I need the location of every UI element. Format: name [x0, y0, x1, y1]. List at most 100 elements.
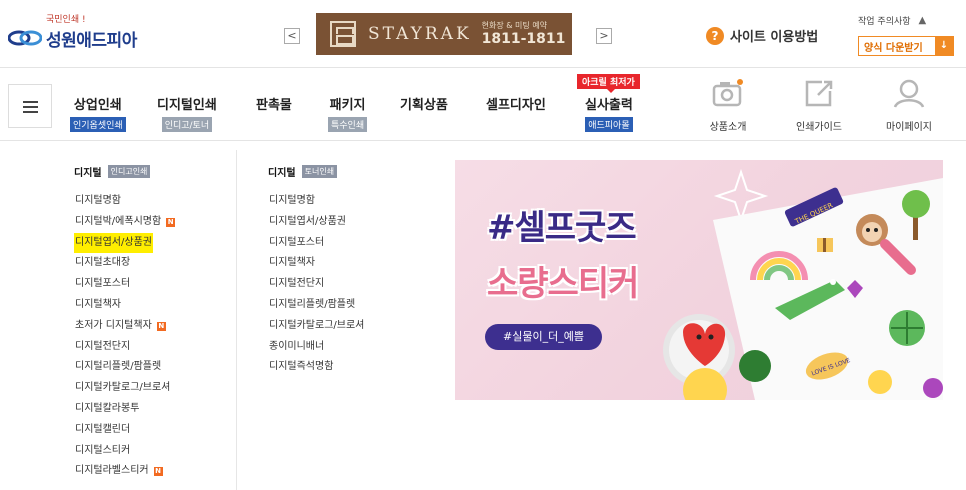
dropdown-item[interactable]: 디지털전단지	[268, 274, 365, 295]
column-title: 디지털	[74, 168, 102, 179]
dropdown-item[interactable]: 초저가 디지털책자 N	[74, 316, 175, 337]
dropdown-item-label: 디지털포스터	[269, 236, 325, 248]
column-divider	[236, 150, 237, 490]
dropdown-item[interactable]: 디지털전단지	[74, 337, 175, 358]
external-link-icon	[805, 80, 833, 107]
dropdown-item-label: 디지털카탈로그/브로셔	[269, 319, 365, 331]
dropdown-item-label: 디지털전단지	[269, 278, 325, 290]
promo-hashtag-pill: #실물이_더_예쁨	[485, 324, 602, 350]
column-tag: 토너인쇄	[301, 165, 338, 178]
dropdown-item[interactable]: 디지털리플렛/팜플렛	[74, 357, 175, 378]
ad-brand: STAYRAK	[368, 24, 472, 44]
column-list: 디지털명함 디지털박/에폭시명함 N 디지털엽서/상품권 디지털초대장 디지털포스터 디지털…	[74, 191, 176, 482]
ad-info: 현화장 & 미팅 예약 1811-1811	[481, 21, 566, 47]
nav-item-label: 기획상품	[400, 98, 448, 113]
site-logo[interactable]: 국민인쇄 ! 성원애드피아	[8, 10, 158, 51]
dropdown-item-label: 디지털엽서/상품권	[74, 232, 153, 254]
column-heading: 디지털 인디고인쇄	[74, 164, 175, 179]
nav-item-large-print[interactable]: 실사출력 애드피아몰	[585, 94, 633, 132]
camera-icon	[712, 79, 743, 107]
ad-banner[interactable]: STAYRAK 현화장 & 미팅 예약 1811-1811	[316, 13, 572, 55]
ad-subtitle: 현화장 & 미팅 예약	[481, 21, 548, 30]
product-intro-link[interactable]: 상품소개	[693, 78, 763, 133]
dropdown-item-label: 디지털책자	[269, 257, 315, 269]
work-notice-link[interactable]: 작업 주의사항 ▲	[858, 14, 926, 27]
dropdown-item[interactable]: 디지털책자	[74, 295, 175, 316]
new-badge-icon: N	[153, 467, 163, 477]
dropdown-item[interactable]: 디지털칼라봉투	[74, 399, 175, 420]
dropdown-item[interactable]: 디지털명함	[74, 191, 175, 212]
dropdown-item-label: 디지털엽서/상품권	[269, 215, 346, 227]
dropdown-item[interactable]: 디지털초대장	[74, 253, 175, 274]
dropdown-item[interactable]: 디지털리플렛/팜플렛	[268, 295, 365, 316]
dropdown-item[interactable]: 디지털즉석명함	[268, 357, 365, 378]
form-download-label: 양식 다운받기	[864, 42, 923, 54]
promo-subheadline: 소량스티커	[487, 264, 639, 304]
logo-name: 성원애드피아	[46, 31, 137, 51]
dropdown-item-label: 디지털명함	[75, 195, 121, 206]
nav-item-promo-goods[interactable]: 판촉물	[256, 94, 292, 113]
promo-banner[interactable]: THE QUEER LOVE IS LOVE #셀프굿즈 소량스티커 #실물이_…	[455, 160, 943, 400]
hamburger-menu-button[interactable]	[8, 84, 52, 128]
dropdown-item-label: 종이미니배너	[269, 340, 325, 352]
dropdown-item[interactable]: 디지털엽서/상품권	[268, 212, 365, 233]
site-guide-label: 사이트 이용방법	[730, 30, 819, 45]
logo-mark-icon	[8, 30, 42, 46]
dropdown-item-label: 디지털즉석명함	[269, 361, 334, 373]
dropdown-item-label: 디지털리플렛/팜플렛	[269, 298, 356, 310]
nav-item-sub[interactable]: 인기옵셋인쇄	[70, 117, 126, 132]
dropdown-item[interactable]: 디지털박/에폭시명함 N	[74, 212, 176, 233]
dropdown-item[interactable]: 디지털책자	[268, 253, 365, 274]
warning-icon: ▲	[918, 15, 927, 26]
dropdown-item[interactable]: 디지털카탈로그/브로셔	[268, 316, 365, 337]
my-page-link[interactable]: 마이페이지	[874, 78, 944, 133]
nav-item-sub[interactable]: 인디고/토너	[161, 117, 213, 132]
dropdown-item[interactable]: 디지털포스터	[74, 274, 175, 295]
dropdown-item-label: 디지털전단지	[75, 340, 131, 352]
nav-item-sub[interactable]: 애드피아몰	[585, 117, 633, 132]
dropdown-item[interactable]: 디지털캘린더	[74, 420, 175, 441]
dropdown-item[interactable]: 디지털포스터	[268, 233, 365, 254]
nav-item-label: 상업인쇄	[73, 98, 122, 113]
menu-line	[23, 106, 38, 108]
nav-item-sub[interactable]: 특수인쇄	[328, 117, 368, 132]
dropdown-item-label: 디지털캘린더	[75, 423, 131, 435]
site-guide-link[interactable]: ? 사이트 이용방법	[706, 26, 818, 45]
column-title: 디지털	[268, 168, 296, 179]
nav-item-package[interactable]: 패키지 특수인쇄	[328, 94, 368, 132]
print-guide-link[interactable]: 인쇄가이드	[784, 78, 854, 133]
menu-line	[23, 111, 38, 113]
promo-headline: #셀프굿즈	[487, 208, 637, 248]
dropdown-item-label: 디지털스티커	[75, 444, 131, 456]
banner-prev-button[interactable]: <	[284, 28, 300, 44]
user-icon	[893, 79, 925, 108]
dropdown-item[interactable]: 디지털엽서/상품권	[74, 232, 175, 254]
hot-badge[interactable]: 아크릴 최저가	[577, 74, 640, 93]
nav-item-digital-print[interactable]: 디지털인쇄 인디고/토너	[157, 94, 217, 132]
dropdown-item[interactable]: 디지털카탈로그/브로셔	[74, 378, 175, 399]
column-list: 디지털명함디지털엽서/상품권디지털포스터디지털책자디지털전단지디지털리플렛/팜플…	[268, 191, 365, 378]
question-icon: ?	[706, 26, 724, 45]
column-tag: 인디고인쇄	[107, 165, 151, 178]
nav-item-self-design[interactable]: 셀프디자인	[486, 94, 546, 113]
nav-item-commercial-print[interactable]: 상업인쇄 인기옵셋인쇄	[70, 94, 126, 132]
dropdown-item-label: 디지털리플렛/팜플렛	[75, 361, 162, 373]
nav-divider-top	[0, 67, 966, 68]
dropdown-item[interactable]: 디지털명함	[268, 191, 365, 212]
dropdown-item-label: 디지털칼라봉투	[75, 402, 140, 414]
banner-next-button[interactable]: >	[596, 28, 612, 44]
dropdown-item-label: 디지털박/에폭시명함	[75, 215, 162, 227]
dropdown-item-label: 디지털명함	[269, 195, 315, 206]
my-page-label: 마이페이지	[886, 122, 932, 133]
menu-line	[23, 101, 38, 103]
nav-item-label: 판촉물	[256, 98, 292, 113]
nav-item-label: 패키지	[329, 98, 366, 113]
dropdown-item[interactable]: 디지털스티커	[74, 441, 175, 462]
form-download-button[interactable]: 양식 다운받기 ↓	[858, 36, 954, 56]
dropdown-item[interactable]: 디지털라벨스티커 N	[74, 461, 175, 482]
dropdown-item[interactable]: 종이미니배너	[268, 337, 365, 358]
nav-item-planned-goods[interactable]: 기획상품	[400, 94, 448, 113]
dropdown-column-toner: 디지털 토너인쇄 디지털명함디지털엽서/상품권디지털포스터디지털책자디지털전단지…	[268, 164, 365, 378]
nav-divider-bottom	[0, 140, 966, 141]
brand-logo-icon	[330, 21, 356, 47]
